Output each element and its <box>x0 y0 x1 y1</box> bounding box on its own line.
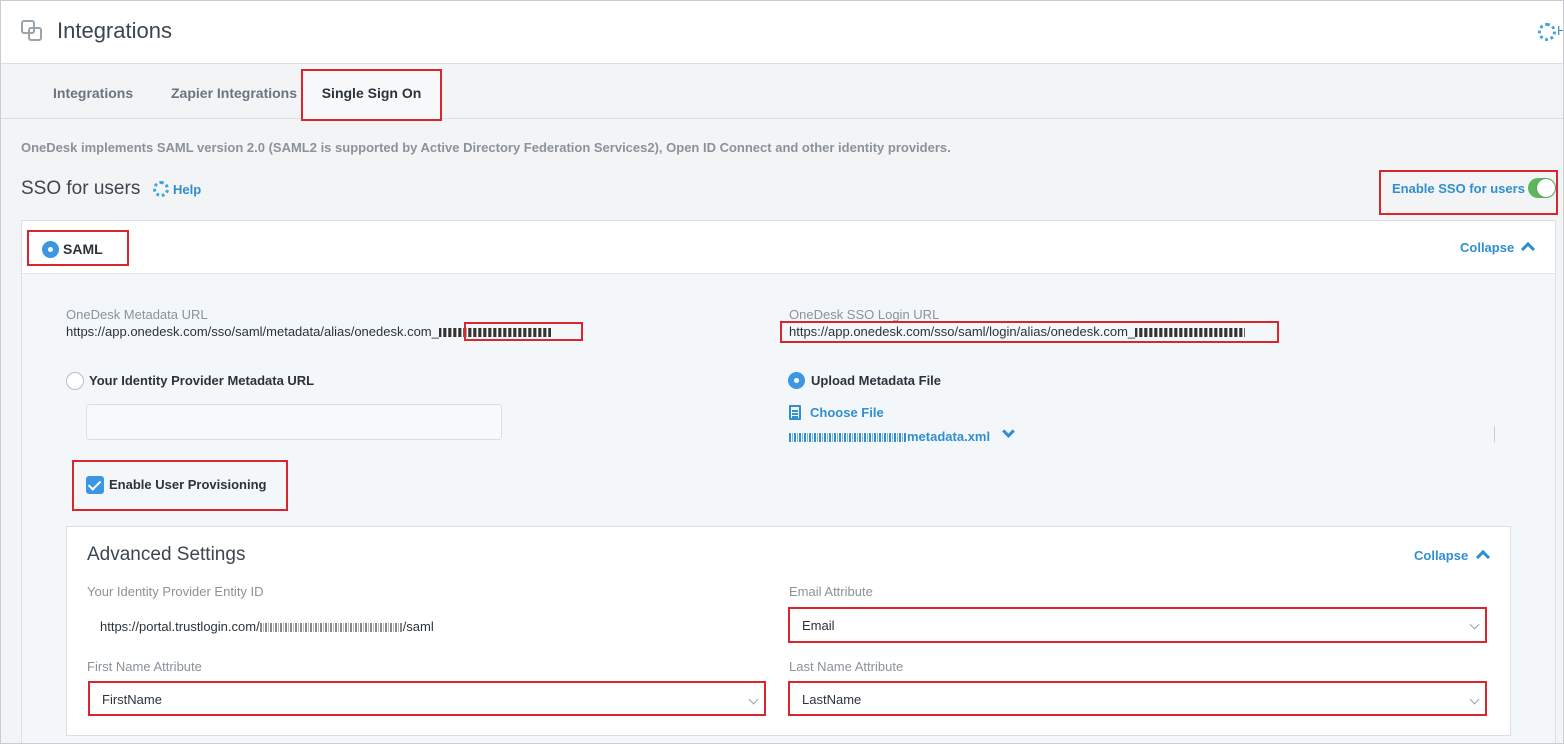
help-icon[interactable] <box>1538 23 1556 41</box>
email-attribute-select[interactable]: Email <box>790 610 1485 642</box>
advanced-collapse-button[interactable]: Collapse <box>1414 548 1468 563</box>
saml-label: SAML <box>63 241 103 257</box>
first-name-attribute-label: First Name Attribute <box>87 659 202 674</box>
tab-bar: Integrations Zapier Integrations Single … <box>1 65 1563 119</box>
enable-sso-toggle[interactable] <box>1528 178 1556 198</box>
help-icon <box>153 181 169 197</box>
tab-integrations[interactable]: Integrations <box>53 65 133 119</box>
idp-metadata-url-radio[interactable] <box>66 372 84 390</box>
metadata-url-value: https://app.onedesk.com/sso/saml/metadat… <box>66 324 551 339</box>
integrations-icon <box>21 20 42 41</box>
page-header: Integrations H <box>1 1 1563 64</box>
divider <box>1494 426 1495 442</box>
email-attribute-label: Email Attribute <box>789 584 873 599</box>
enable-sso-label: Enable SSO for users <box>1392 181 1525 196</box>
idp-metadata-url-input[interactable] <box>86 404 502 440</box>
redacted-text <box>259 623 403 633</box>
idp-metadata-url-label: Your Identity Provider Metadata URL <box>89 373 315 388</box>
enable-user-provisioning-checkbox[interactable] <box>86 476 104 494</box>
sso-section-title: SSO for users <box>21 178 141 199</box>
enable-user-provisioning-label: Enable User Provisioning <box>109 477 267 492</box>
saml-radio[interactable] <box>42 241 59 258</box>
advanced-settings-title: Advanced Settings <box>87 544 246 565</box>
login-url-value: https://app.onedesk.com/sso/saml/login/a… <box>789 324 1246 339</box>
sso-description: OneDesk implements SAML version 2.0 (SAM… <box>21 140 951 155</box>
entity-id-label: Your Identity Provider Entity ID <box>87 584 264 599</box>
help-link-partial[interactable]: H <box>1557 23 1563 38</box>
last-name-attribute-select[interactable]: LastName <box>790 684 1485 716</box>
help-link[interactable]: Help <box>153 181 201 197</box>
entity-id-value[interactable]: https://portal.trustlogin.com//saml <box>100 619 434 634</box>
metadata-url-label: OneDesk Metadata URL <box>66 307 208 322</box>
redacted-text <box>438 328 551 338</box>
last-name-attribute-label: Last Name Attribute <box>789 659 904 674</box>
redacted-text <box>789 433 907 443</box>
app-window: Integrations H Integrations Zapier Integ… <box>0 0 1564 744</box>
login-url-label: OneDesk SSO Login URL <box>789 307 940 322</box>
first-name-attribute-select[interactable]: FirstName <box>90 684 764 716</box>
redacted-text <box>1135 328 1246 338</box>
upload-metadata-label: Upload Metadata File <box>811 373 942 388</box>
choose-file-button[interactable]: Choose File <box>810 405 884 420</box>
upload-metadata-radio[interactable] <box>788 372 805 389</box>
saml-collapse-button[interactable]: Collapse <box>1460 240 1514 255</box>
tab-zapier-integrations[interactable]: Zapier Integrations <box>171 65 297 119</box>
help-link-label: Help <box>173 181 202 197</box>
tab-single-sign-on[interactable]: Single Sign On <box>303 65 440 119</box>
metadata-file-name[interactable]: metadata.xml <box>789 429 990 444</box>
file-icon <box>789 405 801 420</box>
page-title: Integrations <box>57 18 172 43</box>
saml-panel-header <box>22 221 1555 274</box>
